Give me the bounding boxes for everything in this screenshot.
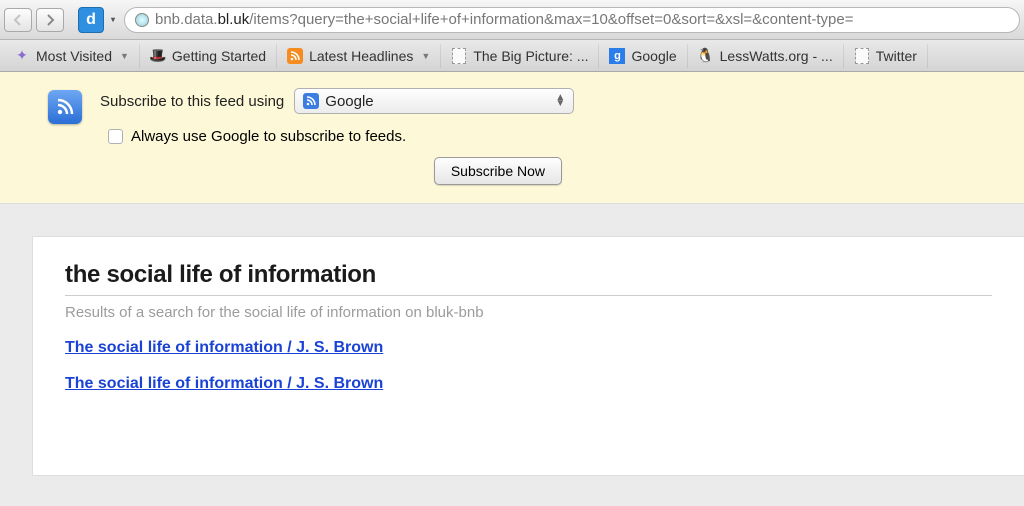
subscribe-now-button[interactable]: Subscribe Now <box>434 157 562 185</box>
divider <box>65 295 992 296</box>
feed-item-link[interactable]: The social life of information / J. S. B… <box>65 339 992 357</box>
feed-content: the social life of information Results o… <box>32 236 1024 476</box>
chevron-down-icon: ▼ <box>120 51 129 61</box>
always-label: Always use Google to subscribe to feeds. <box>131 128 406 145</box>
feed-description: Results of a search for the social life … <box>65 304 992 321</box>
reader-select[interactable]: Google ▲▼ <box>294 88 574 114</box>
page-icon <box>854 48 870 64</box>
star-icon: ✦ <box>14 48 30 64</box>
bookmark-label: Google <box>631 48 676 64</box>
selected-reader: Google <box>325 93 373 110</box>
bookmark-getting-started[interactable]: 🎩 Getting Started <box>140 44 277 68</box>
globe-icon <box>135 13 149 27</box>
penguin-icon: 🐧 <box>698 48 714 64</box>
forward-button[interactable] <box>36 8 64 32</box>
bookmark-twitter[interactable]: Twitter <box>844 44 928 68</box>
bookmark-label: Latest Headlines <box>309 48 413 64</box>
bookmark-latest-headlines[interactable]: Latest Headlines ▼ <box>277 44 441 68</box>
subscribe-label: Subscribe to this feed using <box>100 93 284 110</box>
google-icon: g <box>609 48 625 64</box>
bookmark-label: Getting Started <box>172 48 266 64</box>
browser-toolbar: d bnb.data.bl.uk/items?query=the+social+… <box>0 0 1024 40</box>
bookmarks-bar: ✦ Most Visited ▼ 🎩 Getting Started Lates… <box>0 40 1024 72</box>
rss-feed-icon <box>48 90 82 124</box>
feed-item-link[interactable]: The social life of information / J. S. B… <box>65 375 992 393</box>
always-checkbox[interactable] <box>108 129 123 144</box>
subscribe-row: Subscribe to this feed using Google ▲▼ <box>100 88 992 114</box>
bookmark-big-picture[interactable]: The Big Picture: ... <box>441 44 599 68</box>
delicious-icon[interactable]: d <box>78 7 104 33</box>
bookmark-label: The Big Picture: ... <box>473 48 588 64</box>
bookmark-lesswatts[interactable]: 🐧 LessWatts.org - ... <box>688 44 844 68</box>
bookmark-most-visited[interactable]: ✦ Most Visited ▼ <box>4 44 140 68</box>
bookmark-google[interactable]: g Google <box>599 44 687 68</box>
always-use-row: Always use Google to subscribe to feeds. <box>108 128 992 145</box>
url-bar[interactable]: bnb.data.bl.uk/items?query=the+social+li… <box>124 7 1020 33</box>
feed-title: the social life of information <box>65 261 992 289</box>
bookmark-label: LessWatts.org - ... <box>720 48 833 64</box>
page-icon <box>451 48 467 64</box>
bookmark-label: Twitter <box>876 48 917 64</box>
rss-icon <box>287 48 303 64</box>
redhat-icon: 🎩 <box>150 48 166 64</box>
rss-icon <box>303 93 319 109</box>
chevron-down-icon: ▼ <box>421 51 430 61</box>
feed-subscribe-panel: Subscribe to this feed using Google ▲▼ A… <box>0 72 1024 204</box>
back-button[interactable] <box>4 8 32 32</box>
bookmark-label: Most Visited <box>36 48 112 64</box>
url-text: bnb.data.bl.uk/items?query=the+social+li… <box>155 11 854 28</box>
updown-icon: ▲▼ <box>555 95 565 107</box>
content-area: the social life of information Results o… <box>0 204 1024 476</box>
